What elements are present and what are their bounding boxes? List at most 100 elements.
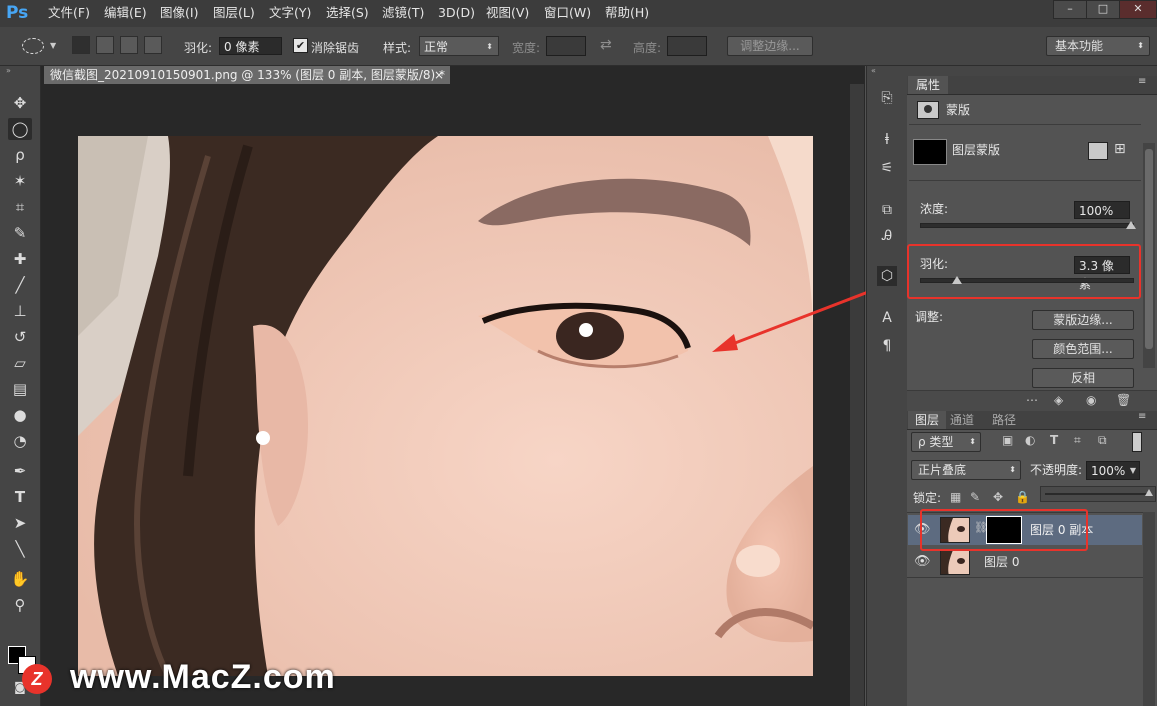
fill-slider[interactable] — [1040, 486, 1156, 502]
menu-select[interactable]: 选择(S) — [326, 4, 369, 22]
pen-tool-icon[interactable]: ✒ — [8, 460, 32, 482]
swap-icon[interactable]: ⇄ — [600, 37, 612, 53]
menu-window[interactable]: 窗口(W) — [544, 4, 591, 22]
magic-wand-tool-icon[interactable]: ✶ — [8, 170, 32, 192]
density-slider[interactable] — [920, 223, 1134, 228]
brush-panel-icon[interactable]: ⱡ — [877, 130, 897, 150]
antialias-checkbox[interactable]: ✔ — [293, 38, 308, 53]
invert-button[interactable]: 反相 — [1032, 368, 1134, 388]
subtract-selection-icon[interactable] — [120, 36, 138, 54]
delete-mask-icon[interactable]: 🗑 — [1116, 393, 1131, 407]
layer-filter-select[interactable]: ρ 类型 ⬍ — [911, 432, 981, 452]
menu-help[interactable]: 帮助(H) — [605, 4, 649, 22]
refine-edge-button[interactable]: 调整边缘... — [727, 36, 813, 56]
hand-tool-icon[interactable]: ✋ — [8, 568, 32, 590]
brush-tool-icon[interactable]: ╱ — [8, 274, 32, 296]
menu-image[interactable]: 图像(I) — [160, 4, 198, 22]
blur-tool-icon[interactable]: ● — [8, 404, 32, 426]
vertical-scrollbar[interactable] — [850, 84, 864, 706]
filter-adjustment-icon[interactable]: ◐ — [1025, 433, 1035, 447]
adjustments-panel-icon[interactable]: ⚟ — [877, 158, 897, 178]
width-input[interactable] — [546, 36, 586, 56]
add-selection-icon[interactable] — [96, 36, 114, 54]
select-pixel-mask-icon[interactable] — [1088, 142, 1108, 160]
menu-edit[interactable]: 编辑(E) — [104, 4, 147, 22]
history-brush-tool-icon[interactable]: ↺ — [8, 326, 32, 348]
minimize-button[interactable]: – — [1053, 0, 1087, 19]
move-tool-icon[interactable]: ✥ — [8, 92, 32, 114]
intersect-selection-icon[interactable] — [144, 36, 162, 54]
close-window-button[interactable]: ✕ — [1119, 0, 1157, 19]
chevron-down-icon[interactable]: ▼ — [50, 41, 56, 50]
character-panel-icon[interactable]: A — [877, 308, 897, 328]
layer-row-base[interactable]: 👁 图层 0 — [908, 547, 1142, 577]
color-range-button[interactable]: 颜色范围... — [1032, 339, 1134, 359]
filter-type-icon[interactable]: T — [1050, 433, 1058, 447]
density-slider-thumb[interactable] — [1126, 221, 1136, 229]
toggle-mask-eye-icon[interactable]: ◉ — [1086, 393, 1096, 407]
clone-source-panel-icon[interactable]: ⧉ — [877, 200, 897, 220]
menu-3d[interactable]: 3D(D) — [438, 4, 475, 22]
density-input[interactable]: 100% — [1074, 201, 1130, 219]
tab-paths[interactable]: 路径 — [992, 411, 1016, 429]
style-select[interactable]: 正常 ⬍ — [419, 36, 499, 56]
type-tool-icon[interactable]: T — [8, 486, 32, 508]
blend-mode-select[interactable]: 正片叠底 ⬍ — [911, 460, 1021, 480]
filter-smart-object-icon[interactable]: ⧉ — [1098, 433, 1107, 448]
menu-filter[interactable]: 滤镜(T) — [382, 4, 424, 22]
height-input[interactable] — [667, 36, 707, 56]
collapse-icon[interactable]: « — [871, 66, 876, 75]
panel-menu-icon[interactable]: ≡ — [1138, 411, 1146, 422]
healing-brush-tool-icon[interactable]: ✚ — [8, 248, 32, 270]
feather-amount-input[interactable]: 3.3 像素 — [1074, 256, 1130, 291]
menu-layer[interactable]: 图层(L) — [213, 4, 255, 22]
character-styles-panel-icon[interactable]: Ꭿ — [877, 226, 897, 246]
3d-panel-icon[interactable]: ⬡ — [877, 266, 897, 286]
opacity-input[interactable]: 100% ▼ — [1086, 461, 1140, 480]
line-tool-icon[interactable]: ╲ — [8, 538, 32, 560]
mask-edge-button[interactable]: 蒙版边缘... — [1032, 310, 1134, 330]
panel-menu-icon[interactable]: ≡ — [1138, 76, 1146, 87]
clone-stamp-tool-icon[interactable]: ⊥ — [8, 300, 32, 322]
eyedropper-tool-icon[interactable]: ✎ — [8, 222, 32, 244]
menu-file[interactable]: 文件(F) — [48, 4, 90, 22]
feather-input[interactable]: 0 像素 — [219, 37, 282, 55]
menu-view[interactable]: 视图(V) — [486, 4, 529, 22]
layer-mask-thumbnail[interactable] — [913, 139, 947, 165]
dodge-tool-icon[interactable]: ◔ — [8, 430, 32, 452]
paragraph-panel-icon[interactable]: ¶ — [877, 336, 897, 356]
close-tab-icon[interactable]: × — [434, 66, 444, 84]
path-selection-tool-icon[interactable]: ➤ — [8, 512, 32, 534]
add-vector-mask-icon[interactable]: ⊞ — [1114, 141, 1126, 157]
image-canvas[interactable] — [78, 136, 813, 676]
eraser-tool-icon[interactable]: ▱ — [8, 352, 32, 374]
new-selection-icon[interactable] — [72, 36, 90, 54]
document-tab[interactable]: 微信截图_20210910150901.png @ 133% (图层 0 副本,… — [44, 66, 450, 84]
feather-slider-thumb[interactable] — [952, 276, 963, 284]
layer-thumbnail[interactable] — [940, 549, 970, 575]
apply-mask-icon[interactable]: ◈ — [1054, 393, 1063, 407]
lock-all-icon[interactable]: 🔒 — [1015, 490, 1030, 504]
load-selection-icon[interactable]: ⋯ — [1026, 393, 1038, 407]
lock-pixels-icon[interactable]: ✎ — [970, 490, 980, 504]
filter-toggle-switch[interactable] — [1132, 432, 1142, 452]
filter-pixel-icon[interactable]: ▣ — [1002, 433, 1013, 447]
tab-layers[interactable]: 图层 — [908, 411, 946, 429]
history-panel-icon[interactable]: ⎘ — [877, 88, 897, 108]
tab-properties[interactable]: 属性 — [908, 76, 948, 94]
layers-scrollbar[interactable] — [1143, 512, 1155, 706]
layer-name[interactable]: 图层 0 — [984, 553, 1019, 571]
workspace-select[interactable]: 基本功能 ⬍ — [1046, 36, 1150, 56]
tab-channels[interactable]: 通道 — [950, 411, 974, 429]
elliptical-marquee-icon[interactable] — [22, 38, 44, 54]
properties-scrollbar[interactable] — [1143, 143, 1155, 368]
menu-type[interactable]: 文字(Y) — [269, 4, 311, 22]
lock-position-icon[interactable]: ✥ — [993, 490, 1003, 504]
collapse-icon[interactable]: » — [6, 66, 11, 75]
filter-shape-icon[interactable]: ⌗ — [1074, 433, 1081, 448]
lasso-tool-icon[interactable]: ρ — [8, 144, 32, 166]
zoom-tool-icon[interactable]: ⚲ — [8, 594, 32, 616]
elliptical-marquee-tool-icon[interactable]: ◯ — [8, 118, 32, 140]
lock-transparency-icon[interactable]: ▦ — [950, 490, 961, 504]
eye-icon[interactable]: 👁 — [914, 554, 931, 569]
